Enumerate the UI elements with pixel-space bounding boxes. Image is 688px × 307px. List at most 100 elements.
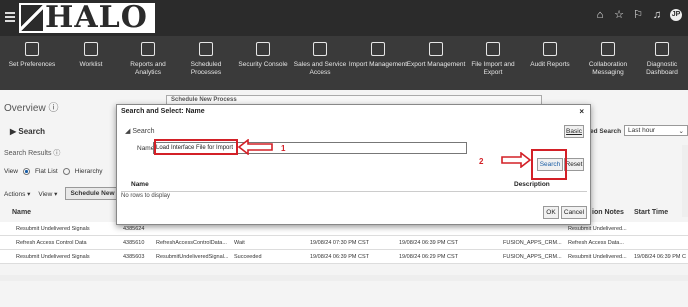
highlight-box-search xyxy=(531,149,567,180)
search-heading: Search xyxy=(18,127,46,136)
arrow-left-annotation-icon xyxy=(238,139,273,155)
back-window-title: Schedule New Process xyxy=(171,97,237,103)
bell-icon[interactable]: ♫ xyxy=(651,9,663,21)
clipboard-icon xyxy=(84,42,98,56)
cancel-button[interactable]: Cancel xyxy=(561,206,587,219)
top-bar: HALO ⌂ ☆ ⚐ ♫ JP xyxy=(0,0,688,36)
overview-label: Overview xyxy=(4,103,46,114)
nav-diagnostic-dashboard[interactable]: Diagnostic Dashboard xyxy=(634,42,688,77)
view-menu[interactable]: View ▾ xyxy=(38,190,57,198)
logo-text: HALO xyxy=(45,0,148,35)
cell: 4385624 xyxy=(123,226,145,232)
nav-import-management[interactable]: Import Management xyxy=(348,42,408,69)
col-description[interactable]: Description xyxy=(514,181,550,188)
nav-label: Sales and Service Access xyxy=(293,61,347,76)
cell: 4385603 xyxy=(123,254,145,260)
nav-label: Scheduled Processes xyxy=(190,61,222,76)
search-collapse-toggle[interactable]: ◢ Search xyxy=(125,127,155,135)
step-2-label: 2 xyxy=(479,157,484,166)
actions-menu[interactable]: Actions ▾ xyxy=(4,190,30,198)
home-icon[interactable]: ⌂ xyxy=(594,9,606,21)
nav-label: Import Management xyxy=(348,61,408,68)
cell: FUSION_APPS_CRM... xyxy=(503,240,562,246)
download-icon xyxy=(371,42,385,56)
vertical-scrollbar[interactable] xyxy=(682,145,688,217)
name-label: Name xyxy=(137,145,155,152)
arrows-icon xyxy=(486,42,500,56)
search-section-toggle[interactable]: ▶ Search xyxy=(10,127,45,136)
table-row[interactable]: Resubmit Undelivered Signals 4385603 Res… xyxy=(0,250,688,264)
cell: Resubmit Undelivered... xyxy=(568,226,627,232)
help-icon[interactable]: ⓘ xyxy=(48,103,58,114)
report-icon xyxy=(543,42,557,56)
nav-label: Collaboration Messaging xyxy=(588,61,628,76)
chart-icon xyxy=(141,42,155,56)
nav-sales-service-access[interactable]: Sales and Service Access xyxy=(290,42,350,77)
arrow-right-annotation-icon xyxy=(501,152,531,168)
nav-audit-reports[interactable]: Audit Reports xyxy=(520,42,580,69)
nav-label: Worklist xyxy=(79,61,103,68)
flag-icon[interactable]: ⚐ xyxy=(632,9,644,21)
cell: 19/08/24 06:39 PM CST xyxy=(310,254,370,260)
cell: Refresh Access Control Data xyxy=(16,240,87,246)
dialog-title: Search and Select: Name xyxy=(121,108,205,115)
nav-label: Set Preferences xyxy=(8,61,56,68)
step-1-label: 1 xyxy=(281,144,286,153)
cell: Succeeded xyxy=(234,254,262,260)
results-heading: Search Results ⓘ xyxy=(4,150,61,157)
nav-label: Export Management xyxy=(406,61,466,68)
nav-export-management[interactable]: Export Management xyxy=(406,42,466,69)
nav-label: Audit Reports xyxy=(530,61,570,68)
cell: 19/08/24 06:39 PM CST xyxy=(399,240,459,246)
nav-set-preferences[interactable]: Set Preferences xyxy=(2,42,62,69)
hierarchy-radio[interactable] xyxy=(62,168,70,175)
saved-search-label: ed Search xyxy=(590,128,622,135)
table-row[interactable]: Refresh Access Control Data 4385610 Refr… xyxy=(0,236,688,250)
view-row: View Flat List Hierarchy xyxy=(4,168,103,175)
cell: 19/08/24 07:30 PM CST xyxy=(310,240,370,246)
page-title: Overview ⓘ xyxy=(4,99,58,114)
nav-worklist[interactable]: Worklist xyxy=(61,42,121,69)
results-header: Name Description xyxy=(121,179,587,192)
shield-check-icon xyxy=(313,42,327,56)
no-rows-message: No rows to display xyxy=(121,193,171,199)
chevron-down-icon: ⌄ xyxy=(678,128,684,135)
cell: 4385610 xyxy=(123,240,145,246)
menu-icon[interactable] xyxy=(5,12,15,22)
cell: Wait xyxy=(234,240,245,246)
shield-icon xyxy=(256,42,270,56)
cell: FUSION_APPS_CRM... xyxy=(503,254,562,260)
avatar[interactable]: JP xyxy=(670,9,682,21)
person-gear-icon xyxy=(25,42,39,56)
logo[interactable]: HALO xyxy=(19,3,155,33)
cell: Resubmit Undelivered Signals xyxy=(16,254,90,260)
hierarchy-label: Hierarchy xyxy=(74,168,103,175)
flat-list-radio[interactable] xyxy=(22,168,30,175)
actions-toolbar: Actions ▾ View ▾ Schedule New P xyxy=(4,187,126,200)
flat-list-label: Flat List xyxy=(34,168,58,175)
nav-reports-analytics[interactable]: Reports and Analytics xyxy=(118,42,178,77)
col-name[interactable]: Name xyxy=(131,181,149,188)
basic-button[interactable]: Basic xyxy=(564,125,584,138)
reset-button[interactable]: Reset xyxy=(564,158,584,171)
results-label: Search Results xyxy=(4,150,52,157)
col-name[interactable]: Name xyxy=(12,209,31,216)
ok-button[interactable]: OK xyxy=(543,206,559,219)
logo-mark-icon xyxy=(21,5,43,31)
horizontal-scrollbar[interactable] xyxy=(0,275,688,281)
highlight-box-name xyxy=(154,139,238,155)
nav-scheduled-processes[interactable]: Scheduled Processes xyxy=(176,42,236,77)
nav-collaboration-messaging[interactable]: Collaboration Messaging xyxy=(578,42,638,77)
star-icon[interactable]: ☆ xyxy=(613,9,625,21)
close-icon[interactable]: × xyxy=(579,107,584,116)
cell: Resubmit Undelivered Signals xyxy=(16,226,90,232)
dashboard-icon xyxy=(655,42,669,56)
cell: 19/08/24 06:29 PM CST xyxy=(399,254,459,260)
col-start-time[interactable]: Start Time xyxy=(634,209,668,216)
nav-security-console[interactable]: Security Console xyxy=(233,42,293,69)
col-notes[interactable]: ion Notes xyxy=(592,209,624,216)
saved-search-select[interactable]: Last hour ⌄ xyxy=(624,125,688,136)
nav-label: Diagnostic Dashboard xyxy=(646,61,678,76)
nav-file-import-export[interactable]: File Import and Export xyxy=(463,42,523,77)
springboard-nav: Set Preferences Worklist Reports and Ana… xyxy=(0,36,688,90)
